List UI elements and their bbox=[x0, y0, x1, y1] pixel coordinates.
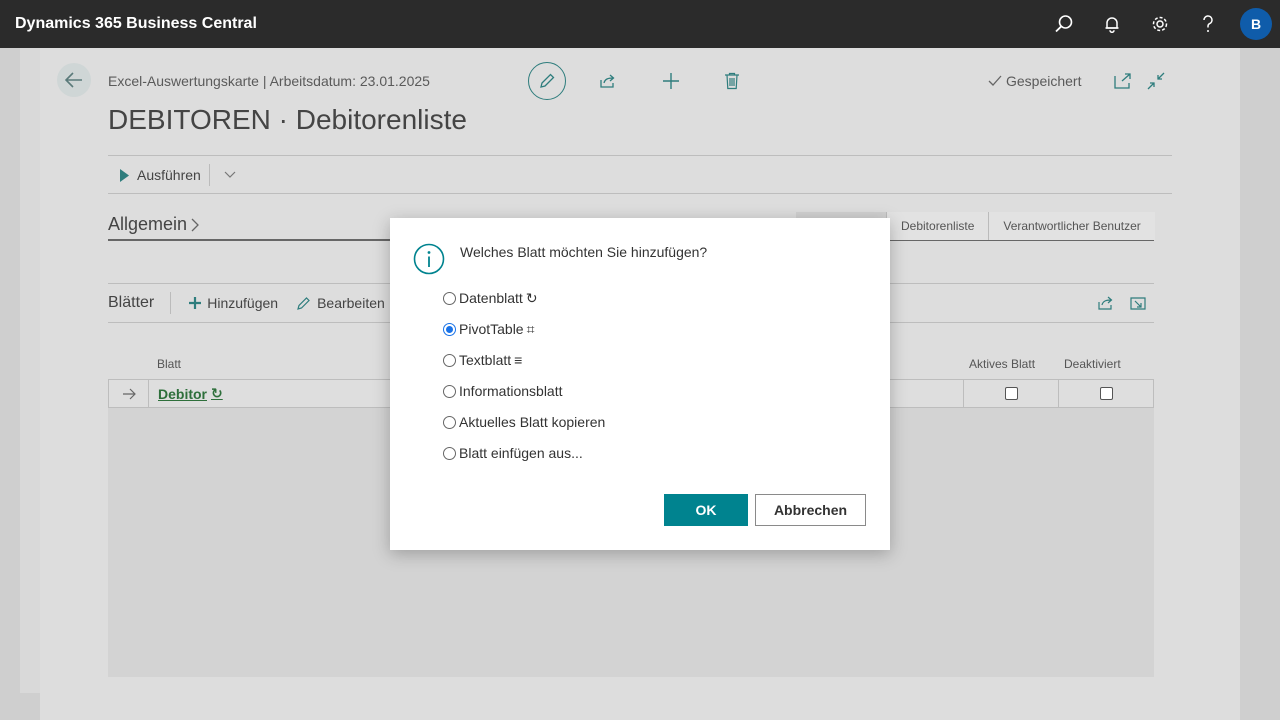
arrow-right-icon bbox=[122, 388, 136, 399]
back-button[interactable] bbox=[57, 63, 91, 97]
delete-button[interactable] bbox=[721, 70, 743, 92]
option-datenblatt[interactable]: Datenblatt ↻ bbox=[443, 288, 538, 308]
share-button[interactable] bbox=[597, 70, 619, 92]
open-in-new-window-icon bbox=[1114, 73, 1131, 89]
refresh-icon: ↻ bbox=[525, 289, 538, 306]
app-bar: Dynamics 365 Business Central B bbox=[0, 0, 1280, 48]
search-button[interactable] bbox=[1040, 0, 1088, 48]
share-icon bbox=[600, 74, 615, 88]
row-selector[interactable] bbox=[109, 380, 149, 407]
column-divider bbox=[963, 380, 964, 407]
chevron-down-icon bbox=[224, 171, 236, 178]
option-label: Datenblatt bbox=[459, 290, 523, 306]
search-icon bbox=[1055, 15, 1073, 33]
divider bbox=[108, 193, 1172, 194]
active-sheet-checkbox[interactable] bbox=[1005, 387, 1018, 400]
radio-informationsblatt[interactable] bbox=[443, 384, 456, 398]
option-informationsblatt[interactable]: Informationsblatt bbox=[443, 381, 563, 401]
trash-icon bbox=[725, 72, 739, 90]
option-aktuelles-blatt-kopieren[interactable]: Aktuelles Blatt kopieren bbox=[443, 412, 605, 432]
add-sheet-dialog: Welches Blatt möchten Sie hinzufügen? Da… bbox=[390, 218, 890, 550]
radio-aktuelles-blatt-kopieren[interactable] bbox=[443, 415, 456, 429]
cancel-button[interactable]: Abbrechen bbox=[755, 494, 866, 526]
app-bar-icons: B bbox=[1040, 0, 1280, 48]
disabled-checkbox[interactable] bbox=[1100, 387, 1113, 400]
option-label: Blatt einfügen aus... bbox=[459, 445, 583, 461]
gear-icon bbox=[1152, 16, 1168, 32]
action-bar: Ausführen bbox=[108, 156, 1172, 194]
separator bbox=[208, 164, 210, 186]
section-general[interactable]: Allgemein bbox=[108, 214, 199, 235]
background-left-card bbox=[20, 48, 40, 693]
collapse-button[interactable] bbox=[1145, 70, 1167, 92]
add-sheet-label: Hinzufügen bbox=[207, 295, 279, 311]
add-sheet-button[interactable]: Hinzufügen bbox=[189, 295, 278, 311]
option-label: Aktuelles Blatt kopieren bbox=[459, 414, 606, 430]
column-header-active[interactable]: Aktives Blatt bbox=[969, 357, 1035, 371]
play-icon bbox=[120, 168, 129, 182]
radio-datenblatt[interactable] bbox=[443, 291, 456, 305]
sheets-title: Blätter bbox=[108, 294, 155, 311]
share-icon bbox=[1097, 296, 1112, 310]
share-list-button[interactable] bbox=[1095, 292, 1117, 314]
run-button[interactable]: Ausführen bbox=[120, 167, 201, 183]
sheet-name-link[interactable]: Debitor ↻ bbox=[149, 385, 223, 402]
checkmark-icon bbox=[988, 75, 1002, 86]
column-divider bbox=[1058, 380, 1059, 407]
pivot-icon: ⌗ bbox=[526, 320, 535, 337]
avatar[interactable]: B bbox=[1240, 8, 1272, 40]
tab-debitorenliste[interactable]: Debitorenliste bbox=[886, 212, 989, 240]
plus-icon bbox=[663, 73, 679, 89]
dialog-question: Welches Blatt möchten Sie hinzufügen? bbox=[460, 244, 708, 260]
new-button[interactable] bbox=[660, 70, 682, 92]
text-lines-icon: ≡ bbox=[514, 352, 523, 368]
plus-icon bbox=[189, 297, 202, 309]
column-header-disabled[interactable]: Deaktiviert bbox=[1064, 357, 1121, 371]
radio-blatt-einfuegen-aus[interactable] bbox=[443, 446, 456, 460]
refresh-icon: ↻ bbox=[211, 385, 223, 401]
pencil-icon bbox=[540, 73, 555, 88]
edit-sheet-button[interactable]: Bearbeiten bbox=[296, 295, 385, 311]
option-label: Textblatt bbox=[459, 352, 512, 368]
open-new-window-button[interactable] bbox=[1112, 70, 1134, 92]
info-icon bbox=[413, 243, 445, 280]
option-label: PivotTable bbox=[459, 321, 524, 337]
chevron-right-icon bbox=[191, 218, 199, 231]
save-status: Gespeichert bbox=[988, 73, 1081, 89]
background-right bbox=[1240, 48, 1280, 720]
option-blatt-einfuegen-aus[interactable]: Blatt einfügen aus... bbox=[443, 443, 583, 463]
question-icon bbox=[1203, 15, 1213, 32]
app-title: Dynamics 365 Business Central bbox=[15, 15, 257, 32]
arrow-left-icon bbox=[65, 72, 82, 88]
page-title: DEBITOREN · Debitorenliste bbox=[108, 104, 467, 135]
option-textblatt[interactable]: Textblatt ≡ bbox=[443, 350, 522, 370]
tab-verantwortlicher-benutzer[interactable]: Verantwortlicher Benutzer bbox=[988, 212, 1155, 240]
pencil-icon bbox=[297, 296, 310, 310]
expand-icon bbox=[1130, 296, 1146, 310]
section-title: Allgemein bbox=[108, 214, 188, 234]
bell-icon bbox=[1105, 17, 1119, 33]
option-label: Informationsblatt bbox=[459, 383, 563, 399]
column-header-sheet[interactable]: Blatt bbox=[157, 357, 181, 371]
expand-list-button[interactable] bbox=[1127, 292, 1149, 314]
radio-pivottable[interactable] bbox=[443, 322, 456, 336]
run-label: Ausführen bbox=[137, 167, 201, 183]
separator bbox=[170, 292, 172, 314]
ok-button[interactable]: OK bbox=[664, 494, 748, 526]
more-actions-button[interactable] bbox=[218, 171, 242, 179]
option-pivottable[interactable]: PivotTable ⌗ bbox=[443, 319, 534, 339]
notifications-button[interactable] bbox=[1088, 0, 1136, 48]
help-button[interactable] bbox=[1184, 0, 1232, 48]
collapse-icon bbox=[1147, 72, 1165, 90]
save-status-label: Gespeichert bbox=[1006, 73, 1082, 89]
breadcrumb: Excel-Auswertungskarte | Arbeitsdatum: 2… bbox=[108, 73, 430, 89]
radio-textblatt[interactable] bbox=[443, 353, 456, 367]
settings-button[interactable] bbox=[1136, 0, 1184, 48]
edit-button[interactable] bbox=[528, 62, 566, 100]
edit-sheet-label: Bearbeiten bbox=[317, 295, 385, 311]
sheet-name: Debitor bbox=[158, 385, 207, 402]
